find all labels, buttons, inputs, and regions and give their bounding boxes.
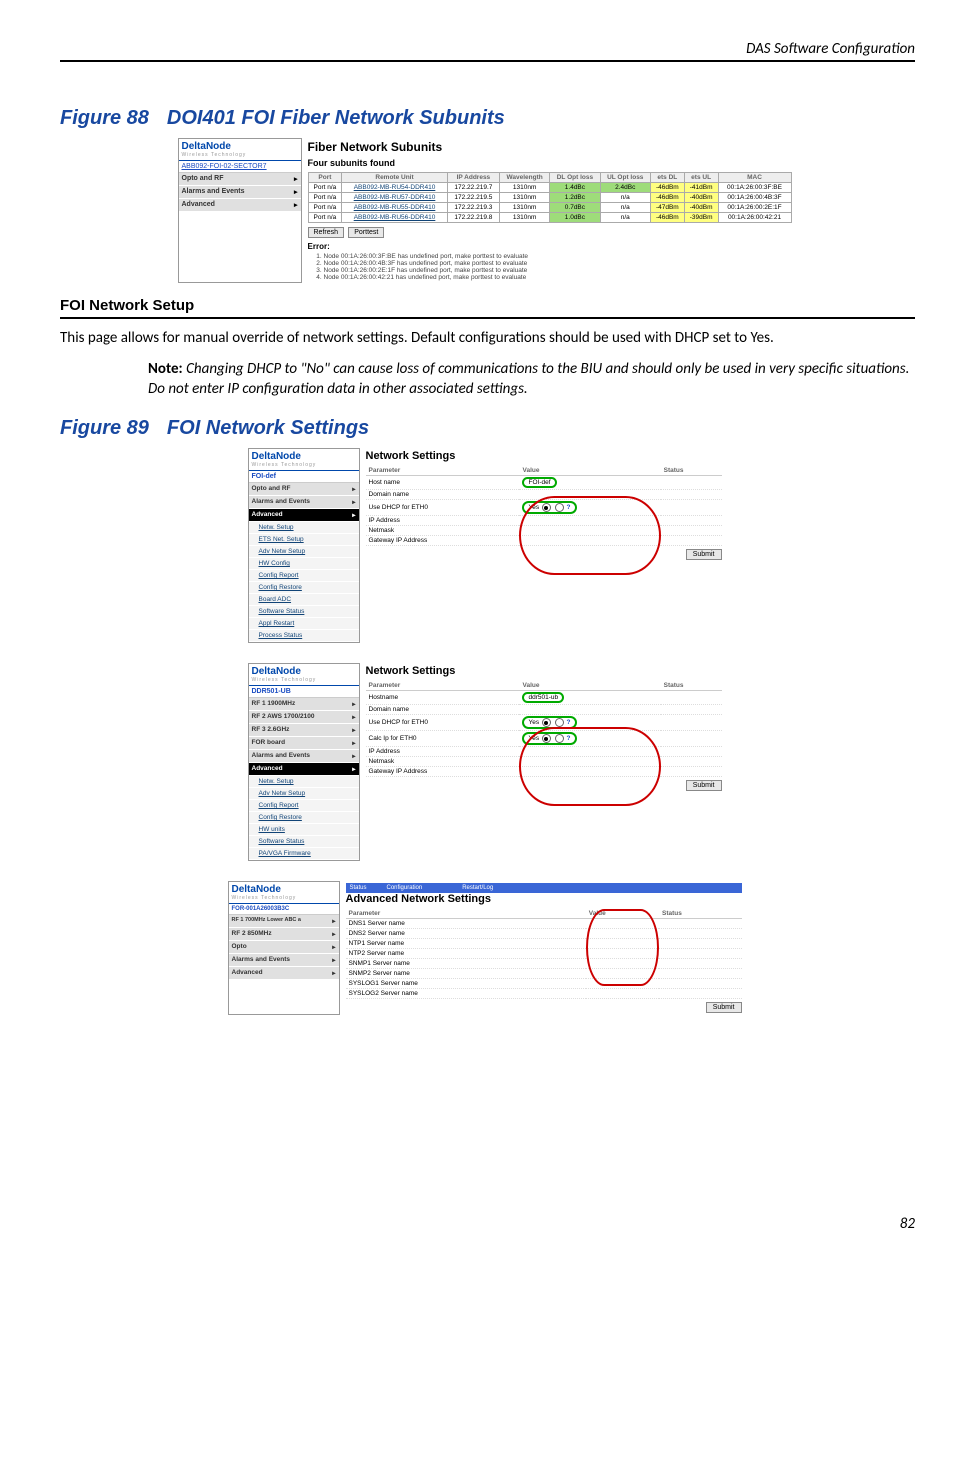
device-id: DDR501-UB — [249, 686, 359, 698]
help-icon[interactable]: ? — [567, 735, 571, 742]
logo: DeltaNodeWireless Technology — [249, 449, 359, 471]
nav-item[interactable]: RF 2 850MHz▸ — [229, 928, 339, 941]
sub-nav-item[interactable]: PA/VGA Firmware — [249, 848, 359, 860]
note-block: Note: Changing DHCP to "No" can cause lo… — [148, 359, 915, 400]
sub-nav-item[interactable]: Software Status — [249, 836, 359, 848]
hostname-value[interactable]: FOI-def — [522, 477, 556, 488]
dhcp-yes-radio[interactable] — [542, 503, 551, 512]
submit-button[interactable]: Submit — [686, 780, 722, 791]
submit-button[interactable]: Submit — [706, 1002, 742, 1013]
sub-nav-item[interactable]: HW units — [249, 824, 359, 836]
sub-nav-item[interactable]: Adv Netw Setup — [249, 788, 359, 800]
figure-89-title: FOI Network Settings — [167, 417, 369, 439]
figure-89-caption: Figure 89 FOI Network Settings — [60, 417, 915, 440]
panel-title: Fiber Network Subunits — [308, 140, 792, 154]
sub-nav-item[interactable]: Process Status — [249, 630, 359, 642]
help-icon[interactable]: ? — [567, 504, 571, 511]
nav-item[interactable]: RF 3 2.6GHz▸ — [249, 724, 359, 737]
figure-89-screenshot: DeltaNodeWireless Technology FOI-def Opt… — [248, 448, 728, 1015]
remote-unit-link[interactable]: ABB092-MB-RU54-DDR410 — [342, 183, 447, 193]
note-label: Note: — [148, 360, 183, 378]
nav-alarms[interactable]: Alarms and Events▸ — [179, 186, 301, 199]
nav-item[interactable]: RF 1 1900MHz▸ — [249, 698, 359, 711]
sub-nav-item[interactable]: Config Restore — [249, 812, 359, 824]
dhcp-no-radio[interactable] — [555, 503, 564, 512]
sub-nav-item[interactable]: HW Config — [249, 558, 359, 570]
nav-item[interactable]: Advanced▸ — [229, 967, 339, 980]
panel-title: Network Settings — [366, 450, 722, 462]
nav-item[interactable]: Opto and RF▸ — [249, 483, 359, 496]
nav-item[interactable]: Alarms and Events▸ — [229, 954, 339, 967]
logo: DeltaNodeWireless Technology — [229, 882, 339, 904]
nav-item[interactable]: FOR board▸ — [249, 737, 359, 750]
tab[interactable]: Status — [350, 885, 367, 891]
sub-nav-item[interactable]: Config Report — [249, 800, 359, 812]
table-row: Port n/aABB092-MB-RU54-DDR410172.22.219.… — [308, 183, 791, 193]
figure-88-caption: Figure 88 DOI401 FOI Fiber Network Subuni… — [60, 107, 915, 130]
figure-89-prefix: Figure 89 — [60, 417, 149, 439]
nav-item-advanced[interactable]: Advanced▸ — [249, 763, 359, 776]
tab[interactable]: Restart/Log — [462, 885, 493, 891]
body-paragraph: This page allows for manual override of … — [60, 329, 915, 349]
logo: DeltaNodeWireless Technology — [249, 664, 359, 686]
page-number: 82 — [60, 1215, 915, 1233]
panel-subtitle: Four subunits found — [308, 158, 792, 168]
running-head: DAS Software Configuration — [60, 40, 915, 60]
sub-nav-item[interactable]: Config Report — [249, 570, 359, 582]
section-heading: FOI Network Setup — [60, 297, 915, 319]
subunits-table: PortRemote UnitIP AddressWavelengthDL Op… — [308, 172, 792, 223]
device-id: FOR-001A26003B3C — [229, 904, 339, 915]
table-row: Port n/aABB092-MB-RU57-DDR410172.22.219.… — [308, 193, 791, 203]
settings-table: ParameterValueStatus Host nameFOI-def Do… — [366, 466, 722, 546]
nav-item[interactable]: RF 1 700MHz Lower ABC a▸ — [229, 915, 339, 928]
settings-table: ParameterValueStatus DNS1 Server name DN… — [346, 909, 742, 999]
panel-title: Advanced Network Settings — [346, 893, 742, 905]
device-id: FOI-def — [249, 471, 359, 483]
table-row: Port n/aABB092-MB-RU56-DDR410172.22.219.… — [308, 213, 791, 223]
sub-nav-item[interactable]: Adv Netw Setup — [249, 546, 359, 558]
sub-nav-item[interactable]: Netw. Setup — [249, 776, 359, 788]
breadcrumb[interactable]: ABB092-FOI-02-SECTOR7 — [179, 161, 301, 173]
sub-nav-item[interactable]: Netw. Setup — [249, 522, 359, 534]
remote-unit-link[interactable]: ABB092-MB-RU57-DDR410 — [342, 193, 447, 203]
figure-88-title: DOI401 FOI Fiber Network Subunits — [167, 107, 505, 129]
nav-item[interactable]: Alarms and Events▸ — [249, 496, 359, 509]
figure-88-screenshot: DeltaNodeWireless Technology ABB092-FOI-… — [178, 138, 798, 283]
figure-88-prefix: Figure 88 — [60, 107, 149, 129]
logo: DeltaNodeWireless Technology — [179, 139, 301, 161]
nav-item[interactable]: RF 2 AWS 1700/2100▸ — [249, 711, 359, 724]
sub-nav-item[interactable]: Software Status — [249, 606, 359, 618]
sub-nav-item[interactable]: ETS Net. Setup — [249, 534, 359, 546]
remote-unit-link[interactable]: ABB092-MB-RU55-DDR410 — [342, 203, 447, 213]
remote-unit-link[interactable]: ABB092-MB-RU56-DDR410 — [342, 213, 447, 223]
error-list: Node 00:1A:26:00:3F:BE has undefined por… — [324, 253, 792, 281]
panel-title: Network Settings — [366, 665, 722, 677]
sub-nav-item[interactable]: Appl Restart — [249, 618, 359, 630]
settings-table: ParameterValueStatus Hostnameddr501-ub D… — [366, 681, 722, 777]
calcip-yes-radio[interactable] — [542, 734, 551, 743]
sub-nav-item[interactable]: Board ADC — [249, 594, 359, 606]
tab-bar: Status Configuration Restart/Log — [346, 883, 742, 893]
porttest-button[interactable]: Porttest — [348, 227, 384, 238]
foi-network-settings-panel: DeltaNodeWireless Technology FOI-def Opt… — [248, 448, 728, 643]
table-row: Port n/aABB092-MB-RU55-DDR410172.22.219.… — [308, 203, 791, 213]
tab[interactable]: Configuration — [387, 885, 423, 891]
help-icon[interactable]: ? — [567, 719, 571, 726]
dhcp-no-radio[interactable] — [555, 718, 564, 727]
error-label: Error: — [308, 242, 792, 251]
refresh-button[interactable]: Refresh — [308, 227, 345, 238]
nav-item[interactable]: Alarms and Events▸ — [249, 750, 359, 763]
advanced-network-settings-panel: DeltaNodeWireless Technology FOR-001A260… — [228, 881, 748, 1015]
ddr-network-settings-panel: DeltaNodeWireless Technology DDR501-UB R… — [248, 663, 728, 861]
nav-opto-rf[interactable]: Opto and RF▸ — [179, 173, 301, 186]
nav-item[interactable]: Opto▸ — [229, 941, 339, 954]
submit-button[interactable]: Submit — [686, 549, 722, 560]
calcip-no-radio[interactable] — [555, 734, 564, 743]
nav-item-advanced[interactable]: Advanced▸ — [249, 509, 359, 522]
dhcp-yes-radio[interactable] — [542, 718, 551, 727]
hostname-value[interactable]: ddr501-ub — [522, 692, 564, 703]
sub-nav-item[interactable]: Config Restore — [249, 582, 359, 594]
nav-advanced[interactable]: Advanced▸ — [179, 199, 301, 212]
